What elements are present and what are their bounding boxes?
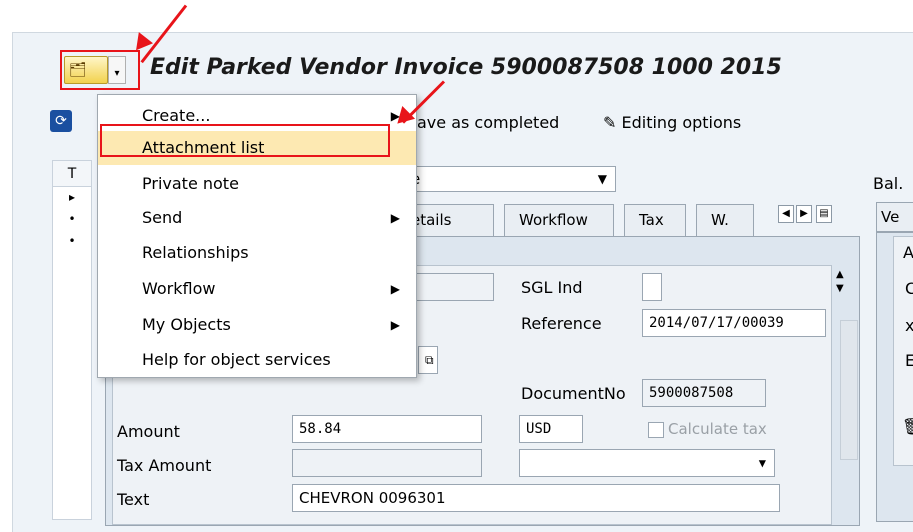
refresh-icon[interactable]: ⟳ [50,110,72,132]
vendor-e-label: E [905,351,913,370]
menu-item-workflow[interactable]: Workflow ▶ [98,272,416,306]
left-panel-row[interactable]: ▸ [53,187,91,209]
menu-item-label: Help for object services [142,350,331,369]
trash-icon[interactable]: 🗑 [902,417,913,436]
tax-amount-label: Tax Amount [117,456,212,475]
chevron-down-icon: ▼ [597,172,607,186]
left-panel-row[interactable]: • [53,209,91,231]
calculate-tax-checkbox[interactable]: Calculate tax [648,420,767,438]
document-no-label: DocumentNo [521,384,626,403]
scrollbar-track[interactable] [840,320,858,460]
menu-item-label: Create... [142,106,211,125]
currency-input[interactable]: USD [519,415,583,443]
balance-label: Bal. [873,174,904,193]
amount-input[interactable]: 58.84 [292,415,482,443]
left-panel-row[interactable]: • [53,231,91,253]
tax-amount-field [292,449,482,477]
copy-icon[interactable]: ⧉ [418,346,438,374]
checkbox-box [648,421,664,438]
menu-item-my-objects[interactable]: My Objects ▶ [98,308,416,342]
sgl-ind-input[interactable] [642,273,662,301]
scroll-down-icon[interactable]: ▼ [836,282,854,296]
left-tree-panel: T ▸ • • [52,160,92,520]
submenu-arrow-icon: ▶ [390,211,400,225]
menu-item-help[interactable]: Help for object services [98,343,416,377]
tax-code-dropdown[interactable]: ▼ [519,449,775,477]
tab-workflow[interactable]: Workflow [504,204,614,236]
tab-scroll-left-icon[interactable]: ◀ [778,205,794,223]
menu-item-label: Send [142,208,183,227]
submenu-arrow-icon: ▶ [390,318,400,332]
scroll-up-icon[interactable]: ▲ [836,268,854,282]
vendor-x-label: x [905,316,913,335]
reference-input[interactable]: 2014/07/17/00039 [642,309,826,337]
left-panel-header[interactable]: T [53,161,91,187]
vendor-c-label: C [905,279,913,298]
chevron-down-icon: ▼ [758,456,766,470]
form-scrollbar[interactable]: ▲ ▼ [836,268,854,312]
menu-item-label: Private note [142,174,239,193]
tab-tax[interactable]: Tax [624,204,686,236]
annotation-highlight-box [100,124,390,157]
sgl-ind-label: SGL Ind [521,278,583,297]
reference-label: Reference [521,314,602,333]
page-title: Edit Parked Vendor Invoice 5900087508 10… [150,55,782,80]
menu-item-relationships[interactable]: Relationships [98,236,416,270]
transaction-combo[interactable]: e ▼ [400,166,616,192]
text-input[interactable]: CHEVRON 0096301 [292,484,780,512]
amount-label: Amount [117,422,180,441]
calculate-tax-label: Calculate tax [668,420,767,438]
submenu-arrow-icon: ▶ [390,282,400,296]
menu-item-label: Relationships [142,243,249,262]
menu-item-send[interactable]: Send ▶ [98,201,416,235]
tab-vendor[interactable]: Ve [876,202,913,232]
pencil-icon: ✎ [603,113,617,132]
text-label: Text [117,490,150,509]
editing-options-label: Editing options [621,113,742,132]
menu-item-label: My Objects [142,315,231,334]
document-no-field: 5900087508 [642,379,766,407]
tab-list-icon[interactable]: ▤ [816,205,832,223]
vendor-a-label: A [903,243,913,262]
editing-options-button[interactable]: ✎ Editing options [603,113,741,132]
annotation-highlight-box [60,50,140,90]
menu-item-private-note[interactable]: Private note [98,167,416,201]
tab-scroll-right-icon[interactable]: ▶ [796,205,812,223]
save-as-completed-button[interactable]: ave as completed [417,113,559,132]
tab-withholding[interactable]: W. [696,204,754,236]
menu-item-label: Workflow [142,279,216,298]
